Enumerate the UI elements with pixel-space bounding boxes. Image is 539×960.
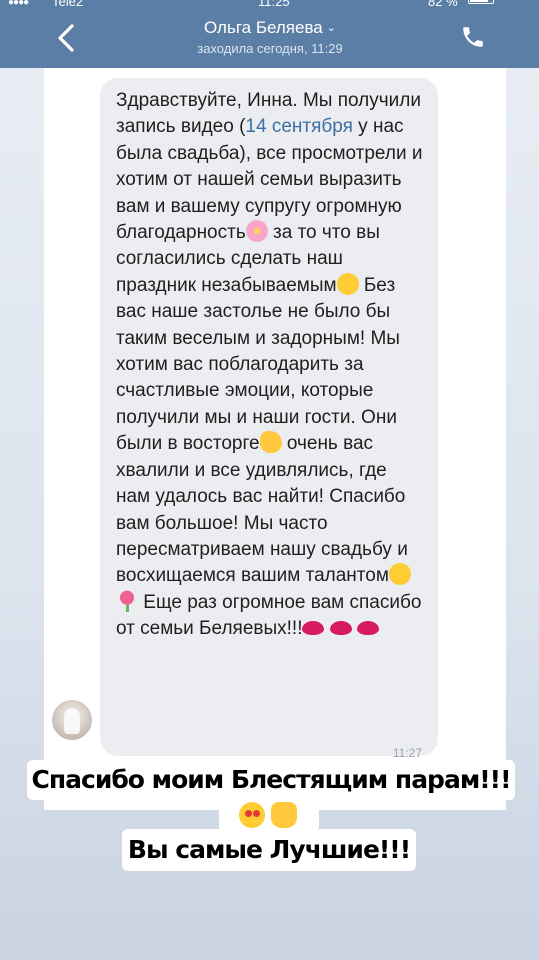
battery-percent: 82 % — [428, 0, 458, 9]
carrier-label: Tele2 — [52, 0, 84, 9]
contact-info[interactable]: Ольга Беляева ⌄ заходила сегодня, 11:29 — [150, 18, 390, 58]
kiss-mark-emoji-icon — [329, 621, 352, 636]
last-seen: заходила сегодня, 11:29 — [197, 41, 343, 56]
smiling-face-emoji-icon — [388, 563, 411, 586]
avatar[interactable] — [52, 700, 92, 740]
message-bubble[interactable]: Здравствуйте, Инна. Мы получили запись в… — [100, 78, 438, 760]
kiss-mark-emoji-icon — [302, 621, 325, 636]
chat-header: ●●●● Tele2 11:25 82 % Ольга Беляева ⌄ зах… — [0, 0, 539, 68]
tulip-emoji-icon — [116, 589, 138, 612]
status-time: 11:25 — [258, 0, 290, 9]
clapping-hands-emoji-icon — [259, 431, 282, 454]
phone-icon — [463, 27, 483, 47]
date-link[interactable]: 14 сентября — [245, 116, 353, 137]
message-part: очень вас хвалили и все удивлялись, где … — [116, 433, 408, 587]
call-button[interactable] — [460, 24, 486, 50]
message-time: 11:27 — [392, 746, 422, 760]
message-text: Здравствуйте, Инна. Мы получили запись в… — [116, 88, 426, 643]
status-bar: ●●●● Tele2 11:25 82 % — [0, 0, 539, 9]
thumbs-up-emoji-icon — [271, 802, 297, 828]
message-part: Без вас наше застолье не было бы таким в… — [116, 274, 400, 455]
story-caption-thanks: Спасибо моим Блестящим парам!!! — [27, 760, 515, 800]
story-emoji-sticker — [219, 798, 319, 832]
chevron-down-icon: ⌄ — [326, 22, 336, 34]
contact-name-row[interactable]: Ольга Беляева ⌄ — [150, 18, 390, 38]
chevron-left-icon — [58, 24, 74, 52]
kiss-mark-emoji-icon — [357, 621, 380, 636]
cherry-blossom-emoji-icon — [245, 220, 268, 243]
contact-name: Ольга Беляева — [204, 18, 323, 37]
back-button[interactable] — [54, 22, 80, 54]
battery-icon — [468, 0, 494, 4]
signal-icon: ●●●● — [8, 0, 29, 8]
kissing-face-emoji-icon — [336, 272, 359, 295]
story-caption-best: Вы самые Лучшие!!! — [122, 829, 416, 871]
heart-eyes-emoji-icon — [239, 802, 265, 828]
